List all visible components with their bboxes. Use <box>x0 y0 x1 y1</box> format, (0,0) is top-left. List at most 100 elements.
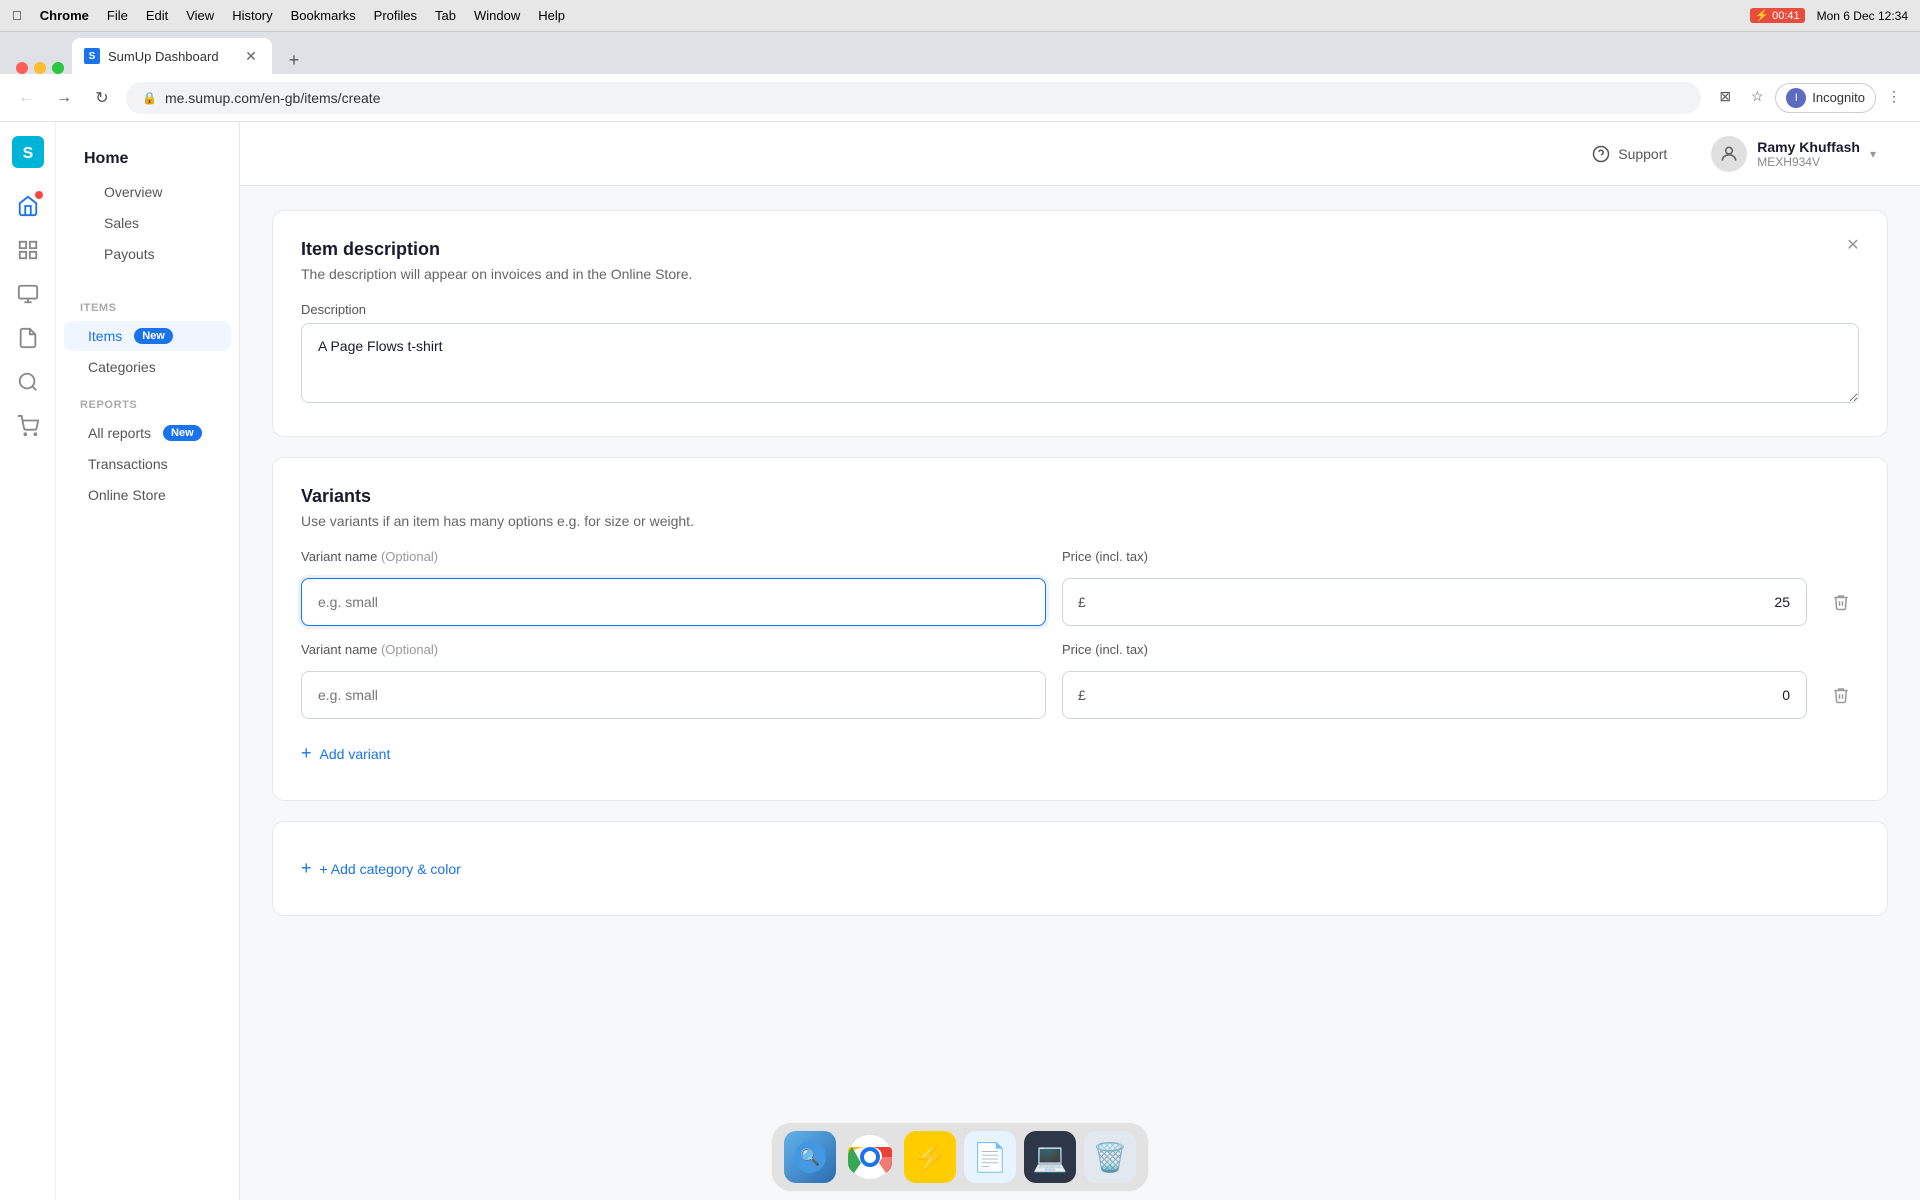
variant-price-label-2: Price (incl. tax) <box>1062 642 1811 657</box>
rail-pos-icon[interactable] <box>8 274 48 314</box>
variant-row-1: £ <box>301 578 1859 626</box>
tab-title: SumUp Dashboard <box>108 49 234 64</box>
variant-price-input-2[interactable] <box>1062 671 1807 719</box>
edit-menu[interactable]: Edit <box>146 8 168 23</box>
category-card: + + Add category & color <box>272 821 1888 916</box>
profile-button[interactable]: I Incognito <box>1775 83 1876 113</box>
sidebar-item-categories[interactable]: Categories <box>64 352 231 382</box>
add-category-button[interactable]: + + Add category & color <box>301 850 1859 887</box>
window-menu[interactable]: Window <box>474 8 520 23</box>
description-close-button[interactable]: ✕ <box>1839 231 1867 259</box>
tab-bar: S SumUp Dashboard ✕ + <box>0 32 1920 74</box>
description-textarea[interactable]: <span data-bind="description_card.value"… <box>301 323 1859 403</box>
user-id: MEXH934V <box>1757 155 1860 169</box>
file-menu[interactable]: File <box>107 8 128 23</box>
items-badge: New <box>134 328 173 344</box>
support-label: Support <box>1618 146 1667 162</box>
user-menu-chevron-icon: ▾ <box>1870 147 1876 161</box>
maximize-button[interactable] <box>52 62 64 74</box>
apple-menu[interactable]:  <box>12 8 22 23</box>
variant-row-2: £ <box>301 671 1859 719</box>
page-header: Support Ramy Khuffash MEXH934V ▾ <box>240 122 1920 186</box>
overview-link[interactable]: Overview <box>80 177 215 207</box>
svg-text:S: S <box>22 145 33 162</box>
minimize-button[interactable] <box>34 62 46 74</box>
variant-price-field-2: £ <box>1062 671 1807 719</box>
url-bar[interactable]: 🔒 me.sumup.com/en-gb/items/create <box>126 82 1701 114</box>
variant-name-input-1[interactable] <box>301 578 1046 626</box>
online-store-label: Online Store <box>88 487 166 503</box>
battery-indicator: ⚡ 00:41 <box>1750 8 1804 23</box>
tab-close-button[interactable]: ✕ <box>242 47 260 65</box>
variant-delete-button-2[interactable] <box>1823 677 1859 713</box>
categories-label: Categories <box>88 359 156 375</box>
help-menu[interactable]: Help <box>538 8 565 23</box>
main-layout: S <box>0 122 1920 1200</box>
transactions-label: Transactions <box>88 456 168 472</box>
menu-button[interactable]: ⋮ <box>1880 83 1908 111</box>
dock-trash-icon[interactable]: 🗑️ <box>1084 1131 1136 1183</box>
close-button[interactable] <box>16 62 28 74</box>
dock-laptop-icon[interactable]: 💻 <box>1024 1131 1076 1183</box>
forward-button[interactable]: → <box>50 84 78 112</box>
variant-price-field-1: £ <box>1062 578 1807 626</box>
bookmark-button[interactable]: ☆ <box>1743 83 1771 111</box>
sidebar-item-all-reports[interactable]: All reports New <box>64 418 231 448</box>
rail-items-icon[interactable] <box>8 318 48 358</box>
page-scrollable: ✕ Item description The description will … <box>240 186 1920 1200</box>
lock-icon: 🔒 <box>142 91 157 105</box>
variant-price-input-1[interactable] <box>1062 578 1807 626</box>
home-section: Home Overview Sales Payouts <box>56 134 239 286</box>
home-link[interactable]: Home <box>72 142 223 176</box>
add-variant-button[interactable]: + Add variant <box>301 735 1859 772</box>
dock-chrome-icon[interactable] <box>844 1131 896 1183</box>
sidebar-item-transactions[interactable]: Transactions <box>64 449 231 479</box>
all-reports-badge: New <box>163 425 202 441</box>
menu-bar-left:  Chrome File Edit View History Bookmark… <box>12 8 565 23</box>
back-button[interactable]: ← <box>12 84 40 112</box>
url-text: me.sumup.com/en-gb/items/create <box>165 90 381 106</box>
rail-analytics-icon[interactable] <box>8 230 48 270</box>
items-section-header: ITEMS <box>56 286 239 320</box>
description-card-subtitle: The description will appear on invoices … <box>301 266 1859 282</box>
menu-bar:  Chrome File Edit View History Bookmark… <box>0 0 1920 32</box>
dock-finder-icon[interactable]: 🔍 <box>784 1131 836 1183</box>
menu-bar-right: ⚡ 00:41 Mon 6 Dec 12:34 <box>1750 8 1908 23</box>
new-tab-button[interactable]: + <box>280 46 308 74</box>
sidebar-item-items[interactable]: Items New <box>64 321 231 351</box>
user-menu[interactable]: Ramy Khuffash MEXH934V ▾ <box>1699 128 1888 180</box>
variant-delete-button-1[interactable] <box>1823 584 1859 620</box>
support-button[interactable]: Support <box>1576 137 1683 171</box>
variant-name-input-2[interactable] <box>301 671 1046 719</box>
dock-document-icon[interactable]: 📄 <box>964 1131 1016 1183</box>
user-avatar <box>1711 136 1747 172</box>
app-name[interactable]: Chrome <box>40 8 89 23</box>
profile-icon: I <box>1786 88 1806 108</box>
refresh-button[interactable]: ↻ <box>88 84 116 112</box>
cast-button[interactable]: ⊠ <box>1711 83 1739 111</box>
payouts-link[interactable]: Payouts <box>80 239 215 269</box>
rail-reports-icon[interactable] <box>8 362 48 402</box>
tab-menu[interactable]: Tab <box>435 8 456 23</box>
history-menu[interactable]: History <box>232 8 272 23</box>
currency-symbol-1: £ <box>1078 594 1086 610</box>
rail-home-icon[interactable] <box>8 186 48 226</box>
rail-store-icon[interactable] <box>8 406 48 446</box>
sidebar-item-online-store[interactable]: Online Store <box>64 480 231 510</box>
sales-link[interactable]: Sales <box>80 208 215 238</box>
dock-lightning-icon[interactable]: ⚡ <box>904 1131 956 1183</box>
profiles-menu[interactable]: Profiles <box>374 8 417 23</box>
add-category-plus-icon: + <box>301 858 312 879</box>
icon-rail: S <box>0 122 56 1200</box>
browser-tab[interactable]: S SumUp Dashboard ✕ <box>72 38 272 74</box>
bookmarks-menu[interactable]: Bookmarks <box>291 8 356 23</box>
variants-card-subtitle: Use variants if an item has many options… <box>301 513 1859 529</box>
chrome-window: S SumUp Dashboard ✕ + ← → ↻ 🔒 me.sumup.c… <box>0 32 1920 1200</box>
address-actions: ⊠ ☆ I Incognito ⋮ <box>1711 83 1908 113</box>
variants-card: Variants Use variants if an item has man… <box>272 457 1888 801</box>
price-input-wrap-2: £ <box>1062 671 1807 719</box>
sidebar-menu: Home Overview Sales Payouts ITEMS Items … <box>56 122 239 1200</box>
variant-price-label-1: Price (incl. tax) <box>1062 549 1811 564</box>
trash-icon-1 <box>1832 593 1850 611</box>
view-menu[interactable]: View <box>186 8 214 23</box>
